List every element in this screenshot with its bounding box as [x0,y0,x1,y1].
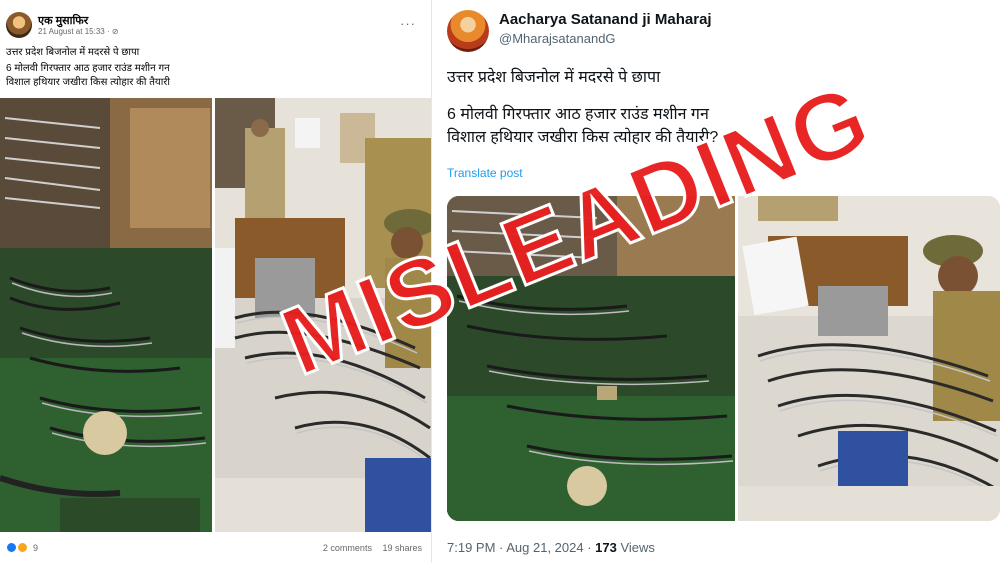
author-name[interactable]: एक मुसाफिर [38,13,88,28]
translate-post-link[interactable]: Translate post [447,166,523,180]
post-text-line: विशाल हथियार जखीरा किस त्योहार की तैयारी [6,77,170,88]
views-label: Views [616,540,655,555]
like-reaction-icon [6,542,17,554]
views-count: 173 [595,540,617,555]
post-photo-weapons-shop[interactable] [0,98,212,532]
shares-link[interactable]: 19 shares [382,543,422,553]
user-handle[interactable]: @MharajsatanandG [499,31,616,46]
tweet: Aacharya Satanand ji Maharaj @Mharajsata… [433,0,1000,563]
tweet-text-line: 6 मोलवी गिरफ्तार आठ हजार राउंड मशीन गन [447,106,709,123]
comments-link[interactable]: 2 comments [323,543,372,553]
tweet-media [447,196,1000,521]
post-photo-police-seizure[interactable] [215,98,431,532]
post-text: उत्तर प्रदेश बिजनोल में मदरसे पे छापा 6 … [6,46,406,92]
post-timestamp[interactable]: 21 August at 15:33 · ⊘ [38,27,119,36]
tweet-photo-police-seizure[interactable] [738,196,1000,521]
avatar[interactable] [447,10,489,52]
post-header: एक मुसाफिर 21 August at 15:33 · ⊘ ··· [6,12,426,42]
post-stats: 2 comments 19 shares [315,543,422,553]
angry-reaction-icon [16,542,28,554]
display-name[interactable]: Aacharya Satanand ji Maharaj [499,11,712,28]
more-options-icon[interactable]: ··· [400,16,416,31]
tweet-text-line: विशाल हथियार जखीरा किस त्योहार की तैयारी… [447,129,719,146]
reaction-count: 9 [33,542,39,553]
facebook-post: एक मुसाफिर 21 August at 15:33 · ⊘ ··· उत… [0,0,432,563]
tweet-meta: 7:19 PM · Aug 21, 2024 · 173 Views [447,540,655,555]
tweet-timestamp[interactable]: 7:19 PM · Aug 21, 2024 · [447,540,595,555]
tweet-photo-weapons-shop[interactable] [447,196,735,521]
tweet-text-line: उत्तर प्रदेश बिजनोल में मदरसे पे छापा [447,69,661,86]
reactions[interactable]: 9 [6,542,39,554]
post-text-line: 6 मोलवी गिरफ्तार आठ हजार राउंड मशीन गन [6,63,170,74]
tweet-text: उत्तर प्रदेश बिजनोल में मदरसे पे छापा 6 … [447,66,967,149]
post-footer: 9 2 comments 19 shares [4,540,428,558]
post-text-line: उत्तर प्रदेश बिजनोल में मदरसे पे छापा [6,47,140,58]
avatar[interactable] [6,12,32,38]
